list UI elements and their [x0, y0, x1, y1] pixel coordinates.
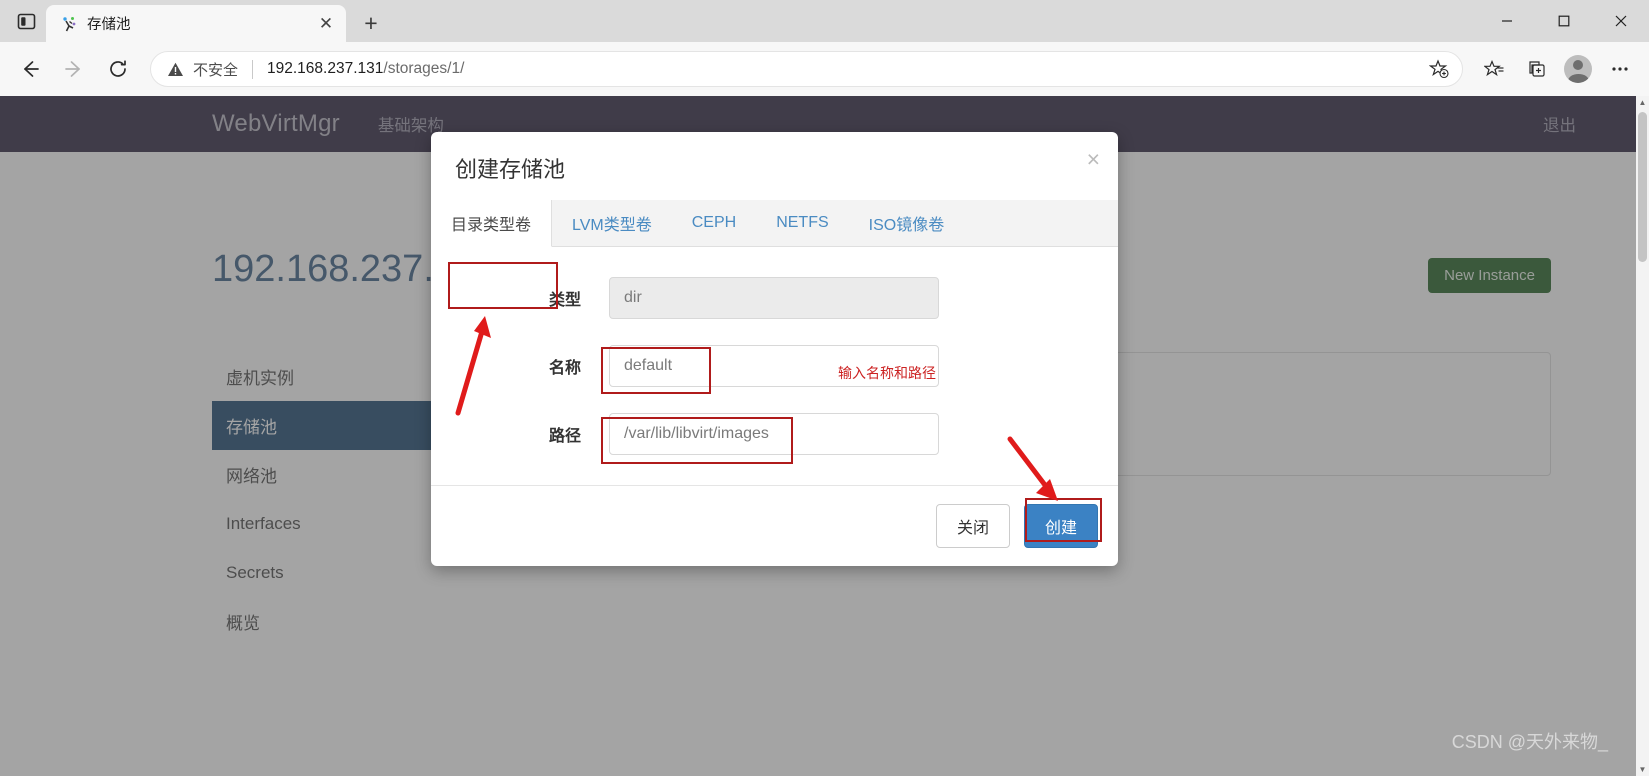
- label-type: 类型: [548, 292, 581, 309]
- avatar: [1564, 55, 1592, 83]
- reload-button[interactable]: [98, 49, 138, 89]
- dialog-header: 创建存储池 ×: [431, 132, 1118, 200]
- dialog-title: 创建存储池: [455, 157, 566, 182]
- new-tab-button[interactable]: +: [354, 6, 388, 40]
- label-path: 路径: [548, 428, 581, 445]
- maximize-button[interactable]: [1535, 0, 1592, 42]
- dialog-tabs: 目录类型卷 LVM类型卷 CEPH NETFS ISO镜像卷: [431, 200, 1118, 247]
- address-bar[interactable]: 不安全 192.168.237.131/storages/1/: [150, 51, 1463, 87]
- omnibox-divider: [252, 59, 254, 79]
- url-path: /storages/1/: [383, 60, 465, 77]
- create-button[interactable]: 创建: [1023, 504, 1098, 548]
- forward-button[interactable]: [54, 49, 94, 89]
- browser-tabstrip: 存储池 ✕ +: [0, 0, 1649, 42]
- page-scrollbar[interactable]: ▲ ▼: [1636, 96, 1649, 776]
- webvirtmgr-favicon-icon: [60, 15, 78, 33]
- tab-ceph[interactable]: CEPH: [672, 200, 756, 246]
- form-row-type: 类型 dir: [431, 277, 1118, 319]
- star-add-icon[interactable]: [1424, 54, 1454, 84]
- tab-lvm-volume[interactable]: LVM类型卷: [552, 200, 672, 246]
- dialog-body: 类型 dir 名称 default 路径 /var/lib/libvirt/im…: [431, 247, 1118, 485]
- browser-window: 存储池 ✕ + 不安全 192.168.237.131/storages/1/ …: [0, 0, 1649, 776]
- profile-avatar-icon[interactable]: [1559, 50, 1597, 88]
- collections-icon[interactable]: [1517, 50, 1555, 88]
- url-host: 192.168.237.131: [267, 60, 384, 77]
- back-button[interactable]: [10, 49, 50, 89]
- label-name: 名称: [548, 360, 581, 377]
- tab-close-icon[interactable]: ✕: [314, 12, 338, 36]
- page-viewport: WebVirtMgr 基础架构 退出 192.168.237.131 New I…: [0, 96, 1649, 776]
- favorites-star-icon[interactable]: [1475, 50, 1513, 88]
- path-input[interactable]: /var/lib/libvirt/images: [609, 413, 939, 455]
- form-row-name: 名称 default: [431, 345, 1118, 387]
- watermark: CSDN @天外来物_: [1451, 732, 1608, 752]
- tab-netfs[interactable]: NETFS: [756, 200, 848, 246]
- page-content: WebVirtMgr 基础架构 退出 192.168.237.131 New I…: [0, 96, 1636, 776]
- browser-toolbar: 不安全 192.168.237.131/storages/1/: [0, 42, 1649, 96]
- window-controls: [1478, 0, 1649, 42]
- create-storage-pool-dialog: 创建存储池 × 目录类型卷 LVM类型卷 CEPH NETFS ISO镜像卷 类…: [431, 132, 1118, 566]
- close-window-button[interactable]: [1592, 0, 1649, 42]
- not-secure-label: 不安全: [193, 61, 239, 79]
- scroll-up-arrow-icon[interactable]: ▲: [1636, 96, 1649, 109]
- more-options-icon[interactable]: [1601, 50, 1639, 88]
- tab-dir-volume[interactable]: 目录类型卷: [431, 200, 553, 247]
- dialog-close-icon[interactable]: ×: [1087, 148, 1100, 171]
- url-text: 192.168.237.131/storages/1/: [267, 60, 1415, 78]
- tab-list-icon[interactable]: [6, 2, 46, 40]
- browser-tab[interactable]: 存储池 ✕: [46, 5, 346, 42]
- close-button[interactable]: 关闭: [935, 504, 1010, 548]
- help-text: 输入名称和路径: [838, 365, 936, 381]
- scroll-thumb[interactable]: [1638, 112, 1647, 262]
- type-input: dir: [609, 277, 939, 319]
- not-secure-warning-icon: [167, 61, 184, 78]
- scroll-down-arrow-icon[interactable]: ▼: [1636, 763, 1649, 776]
- dialog-footer: 关闭 创建: [431, 485, 1118, 566]
- tab-iso-volume[interactable]: ISO镜像卷: [849, 200, 965, 246]
- tab-title: 存储池: [87, 17, 131, 33]
- form-row-path: 路径 /var/lib/libvirt/images: [431, 413, 1118, 455]
- minimize-button[interactable]: [1478, 0, 1535, 42]
